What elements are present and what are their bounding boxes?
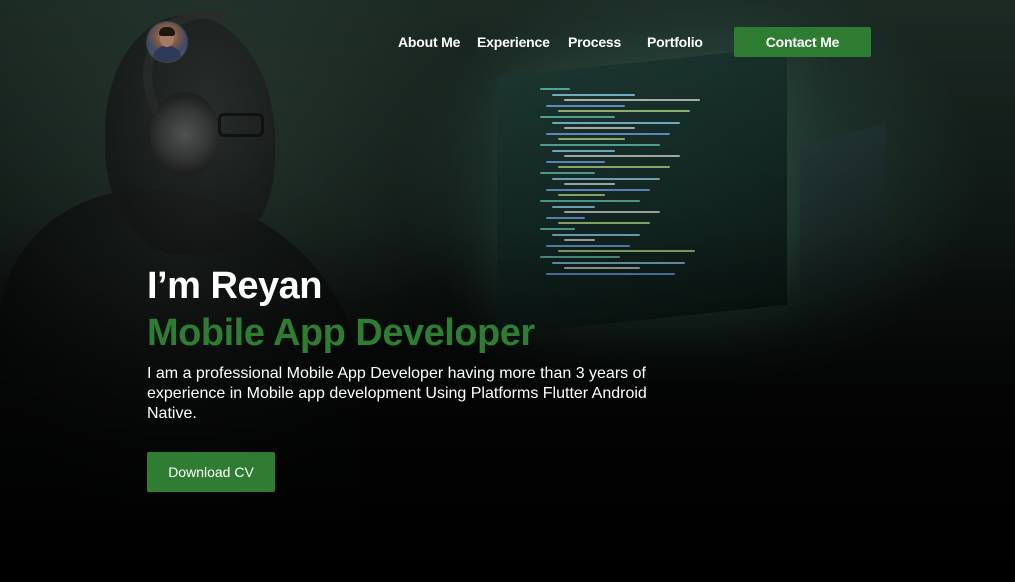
nav-link-portfolio[interactable]: Portfolio [647,33,703,51]
hero-role: Mobile App Developer [147,312,535,354]
contact-me-button[interactable]: Contact Me [734,27,871,57]
nav-link-experience[interactable]: Experience [477,33,550,51]
hero-section: I’m Reyan Mobile App Developer I am a pr… [147,262,707,424]
avatar-torso [153,46,181,62]
hero-greeting: I’m Reyan [147,265,323,307]
avatar[interactable] [147,22,187,62]
nav-link-process[interactable]: Process [568,33,621,51]
hero-bio: I am a professional Mobile App Developer… [147,365,647,422]
top-navbar: About Me Experience Process Portfolio Co… [0,0,1015,84]
download-cv-button[interactable]: Download CV [147,452,275,492]
nav-link-about-me[interactable]: About Me [398,33,460,51]
avatar-hair [159,27,175,36]
